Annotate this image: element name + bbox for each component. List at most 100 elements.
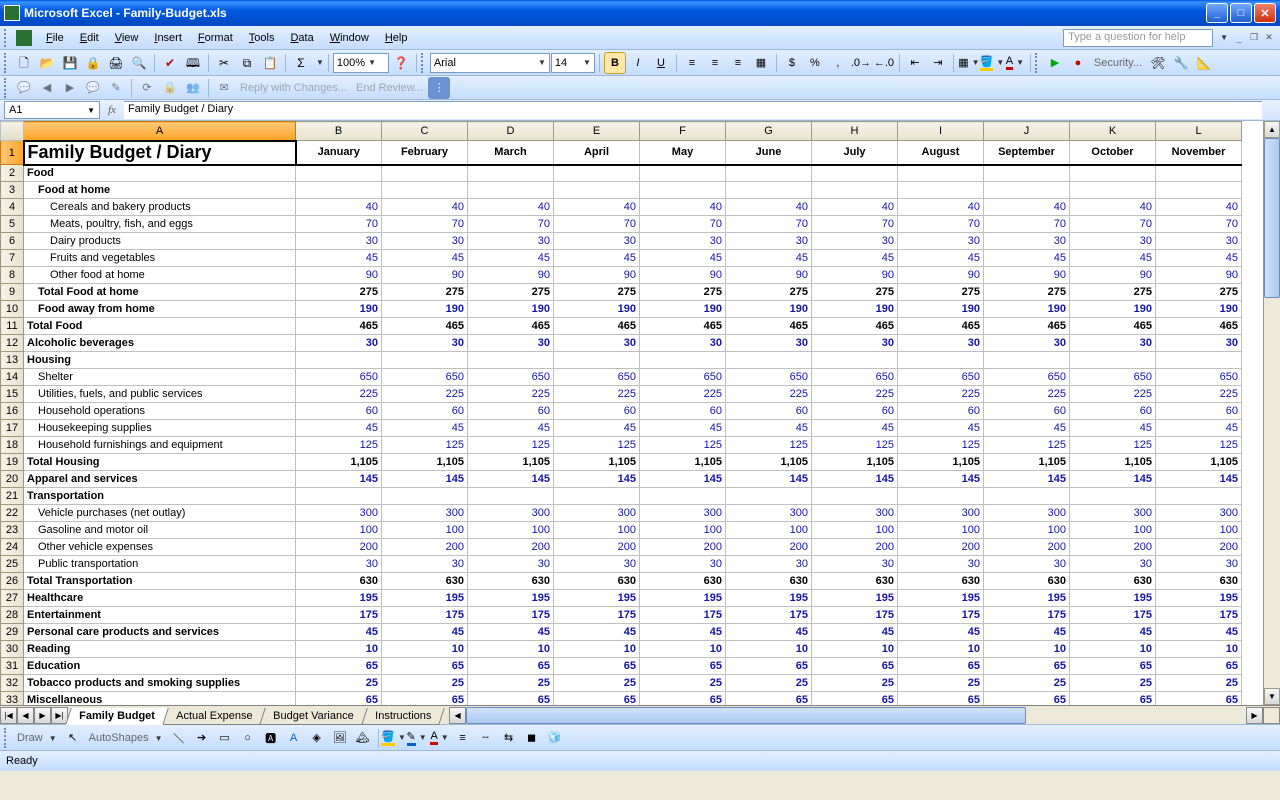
- cell[interactable]: 650: [296, 369, 382, 386]
- cell[interactable]: 145: [554, 471, 640, 488]
- cell[interactable]: [1070, 165, 1156, 182]
- cut-icon[interactable]: ✂: [213, 52, 235, 74]
- cell[interactable]: Entertainment: [24, 607, 296, 624]
- column-header[interactable]: F: [640, 122, 726, 141]
- cell[interactable]: [640, 165, 726, 182]
- cell[interactable]: 30: [726, 335, 812, 352]
- cell[interactable]: Total Transportation: [24, 573, 296, 590]
- dash-style-icon[interactable]: ╌: [475, 727, 497, 749]
- cell[interactable]: 45: [726, 420, 812, 437]
- row-header[interactable]: 29: [1, 624, 24, 641]
- open-icon[interactable]: 📂: [36, 52, 58, 74]
- cell[interactable]: 190: [296, 301, 382, 318]
- cell[interactable]: 125: [554, 437, 640, 454]
- cell[interactable]: 190: [468, 301, 554, 318]
- cell[interactable]: Public transportation: [24, 556, 296, 573]
- cell[interactable]: 90: [640, 267, 726, 284]
- cell[interactable]: 65: [1070, 658, 1156, 675]
- cell[interactable]: 25: [1156, 675, 1242, 692]
- cell[interactable]: 65: [898, 692, 984, 706]
- cell[interactable]: 200: [468, 539, 554, 556]
- menu-window[interactable]: Window: [322, 29, 377, 47]
- cell[interactable]: 145: [1070, 471, 1156, 488]
- cell[interactable]: 45: [812, 624, 898, 641]
- decrease-decimal-icon[interactable]: ←.0: [873, 52, 895, 74]
- show-comment-icon[interactable]: 💬: [82, 77, 104, 99]
- cell[interactable]: 65: [898, 658, 984, 675]
- cell[interactable]: 275: [1070, 284, 1156, 301]
- protect-icon[interactable]: 🔒: [159, 77, 181, 99]
- cell[interactable]: 30: [1156, 233, 1242, 250]
- cell[interactable]: [726, 182, 812, 199]
- cell[interactable]: November: [1156, 141, 1242, 165]
- cell[interactable]: 195: [468, 590, 554, 607]
- cell[interactable]: 630: [1156, 573, 1242, 590]
- fx-icon[interactable]: fx: [100, 104, 124, 116]
- cell[interactable]: 145: [1156, 471, 1242, 488]
- cell[interactable]: 30: [640, 556, 726, 573]
- window-minimize-button[interactable]: _: [1206, 3, 1228, 23]
- cell[interactable]: 190: [382, 301, 468, 318]
- horizontal-scrollbar[interactable]: ◀ ▶: [449, 707, 1263, 724]
- column-header[interactable]: L: [1156, 122, 1242, 141]
- row-header[interactable]: 3: [1, 182, 24, 199]
- doc-restore-button[interactable]: ❐: [1247, 31, 1261, 45]
- cell[interactable]: 275: [984, 284, 1070, 301]
- cell[interactable]: 100: [296, 522, 382, 539]
- font-color-icon[interactable]: A▼: [1004, 52, 1026, 74]
- cell[interactable]: [554, 488, 640, 505]
- cell[interactable]: [1070, 488, 1156, 505]
- row-header[interactable]: 8: [1, 267, 24, 284]
- cell[interactable]: 300: [812, 505, 898, 522]
- borders-icon[interactable]: ▦▼: [958, 52, 980, 74]
- scroll-right-button[interactable]: ▶: [1246, 707, 1263, 724]
- row-header[interactable]: 22: [1, 505, 24, 522]
- cell[interactable]: 60: [726, 403, 812, 420]
- spellcheck-icon[interactable]: ✔: [159, 52, 181, 74]
- cell[interactable]: [296, 488, 382, 505]
- cell[interactable]: 45: [382, 250, 468, 267]
- cell[interactable]: [382, 352, 468, 369]
- cell[interactable]: 60: [468, 403, 554, 420]
- cell[interactable]: 200: [554, 539, 640, 556]
- cell[interactable]: April: [554, 141, 640, 165]
- oval-icon[interactable]: ○: [237, 727, 259, 749]
- cell[interactable]: [726, 165, 812, 182]
- column-header[interactable]: K: [1070, 122, 1156, 141]
- cell[interactable]: 100: [1070, 522, 1156, 539]
- cell[interactable]: 200: [1156, 539, 1242, 556]
- cell[interactable]: 1,105: [468, 454, 554, 471]
- name-box[interactable]: A1 ▼: [4, 101, 100, 119]
- cell[interactable]: 25: [296, 675, 382, 692]
- cell[interactable]: 275: [898, 284, 984, 301]
- cell[interactable]: February: [382, 141, 468, 165]
- cell[interactable]: 45: [898, 624, 984, 641]
- cell[interactable]: 200: [296, 539, 382, 556]
- cell[interactable]: Housekeeping supplies: [24, 420, 296, 437]
- cell[interactable]: 30: [382, 335, 468, 352]
- cell[interactable]: 100: [726, 522, 812, 539]
- cell[interactable]: 125: [812, 437, 898, 454]
- cell[interactable]: 65: [1070, 692, 1156, 706]
- cell[interactable]: 125: [984, 437, 1070, 454]
- cell[interactable]: [468, 182, 554, 199]
- cell[interactable]: 40: [898, 199, 984, 216]
- cell[interactable]: October: [1070, 141, 1156, 165]
- cell[interactable]: 70: [468, 216, 554, 233]
- cell[interactable]: 195: [640, 590, 726, 607]
- column-header[interactable]: C: [382, 122, 468, 141]
- send-mail-icon[interactable]: ✉: [213, 77, 235, 99]
- row-header[interactable]: 20: [1, 471, 24, 488]
- cell[interactable]: 45: [984, 250, 1070, 267]
- cell[interactable]: 145: [382, 471, 468, 488]
- column-header[interactable]: G: [726, 122, 812, 141]
- cell[interactable]: 225: [554, 386, 640, 403]
- cell[interactable]: 65: [382, 658, 468, 675]
- row-header[interactable]: 4: [1, 199, 24, 216]
- cell[interactable]: 65: [726, 692, 812, 706]
- save-icon[interactable]: 💾: [59, 52, 81, 74]
- cell[interactable]: 25: [554, 675, 640, 692]
- cell[interactable]: [382, 165, 468, 182]
- cell[interactable]: 195: [1070, 590, 1156, 607]
- cell[interactable]: 30: [1070, 335, 1156, 352]
